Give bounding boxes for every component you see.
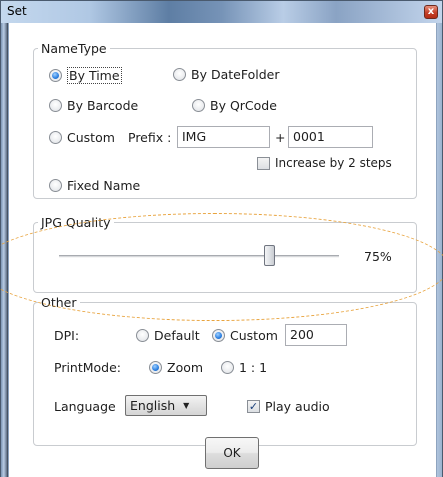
- radio-dpi-custom-indicator[interactable]: [212, 329, 225, 342]
- radio-printmode-zoom-indicator[interactable]: [149, 361, 162, 374]
- radio-printmode-1to1-label: 1 : 1: [239, 360, 268, 375]
- radio-by-barcode-label: By Barcode: [67, 98, 139, 113]
- radio-by-datefolder-indicator[interactable]: [173, 68, 186, 81]
- radio-printmode-1to1-indicator[interactable]: [221, 361, 234, 374]
- nametype-legend: NameType: [41, 41, 107, 56]
- quality-slider-track[interactable]: [59, 255, 339, 258]
- number-input[interactable]: 0001: [288, 126, 373, 148]
- radio-printmode-zoom-label: Zoom: [167, 360, 204, 375]
- language-select-value: English: [130, 398, 176, 413]
- increase-checkbox[interactable]: Increase by 2 steps: [257, 156, 392, 170]
- prefix-label: Prefix :: [128, 130, 172, 145]
- radio-custom-label: Custom: [67, 130, 115, 145]
- printmode-label: PrintMode:: [54, 360, 122, 375]
- radio-printmode-1to1[interactable]: 1 : 1: [221, 360, 267, 375]
- radio-fixed-name-label: Fixed Name: [67, 178, 141, 193]
- quality-slider-thumb[interactable]: [263, 245, 275, 266]
- ok-button[interactable]: OK: [205, 437, 259, 469]
- radio-custom[interactable]: Custom: [49, 130, 115, 145]
- settings-window: Set x NameType By Time By DateFolder By …: [0, 0, 443, 477]
- radio-by-time-indicator[interactable]: [49, 69, 62, 82]
- radio-dpi-default-indicator[interactable]: [136, 329, 149, 342]
- radio-by-barcode-indicator[interactable]: [49, 99, 62, 112]
- language-select[interactable]: English ▼: [125, 395, 207, 416]
- jpg-quality-legend: JPG Quality: [41, 215, 111, 230]
- jpg-quality-group: JPG Quality: [33, 215, 417, 293]
- radio-fixed-name[interactable]: Fixed Name: [49, 178, 140, 193]
- radio-dpi-default[interactable]: Default: [136, 328, 200, 343]
- dpi-input[interactable]: 200: [285, 324, 347, 346]
- close-button[interactable]: x: [424, 5, 438, 19]
- radio-by-barcode[interactable]: By Barcode: [49, 98, 138, 113]
- radio-by-qrcode-label: By QrCode: [210, 98, 277, 113]
- radio-printmode-zoom[interactable]: Zoom: [149, 360, 203, 375]
- increase-checkbox-box[interactable]: [257, 156, 270, 170]
- nametype-group: NameType: [33, 41, 417, 199]
- plus-sign: +: [275, 130, 286, 145]
- dropdown-arrow-icon: ▼: [183, 401, 190, 410]
- radio-dpi-custom[interactable]: Custom: [212, 328, 278, 343]
- radio-by-time[interactable]: By Time: [49, 67, 122, 84]
- window-title: Set: [7, 4, 27, 18]
- radio-custom-indicator[interactable]: [49, 131, 62, 144]
- close-icon: x: [427, 6, 435, 17]
- other-legend: Other: [41, 295, 77, 310]
- language-label: Language: [54, 399, 116, 414]
- radio-by-qrcode-indicator[interactable]: [192, 99, 205, 112]
- dialog-body: NameType By Time By DateFolder By Barcod…: [0, 23, 443, 477]
- checkmark-icon: ✓: [248, 400, 259, 413]
- play-audio-checkbox[interactable]: ✓ Play audio: [247, 399, 330, 414]
- play-audio-checkbox-box[interactable]: ✓: [247, 400, 260, 413]
- radio-dpi-default-label: Default: [154, 328, 200, 343]
- radio-by-datefolder-label: By DateFolder: [191, 67, 280, 82]
- play-audio-label: Play audio: [265, 399, 330, 414]
- quality-value: 75%: [364, 249, 392, 264]
- radio-dpi-custom-label: Custom: [230, 328, 278, 343]
- radio-by-time-label: By Time: [67, 67, 122, 84]
- window-frame-left: [1, 23, 8, 477]
- radio-fixed-name-indicator[interactable]: [49, 179, 62, 192]
- prefix-input[interactable]: IMG: [177, 126, 270, 148]
- radio-by-qrcode[interactable]: By QrCode: [192, 98, 277, 113]
- dpi-label: DPI:: [54, 328, 80, 343]
- title-bar[interactable]: Set x: [1, 1, 442, 23]
- radio-by-datefolder[interactable]: By DateFolder: [173, 67, 279, 82]
- increase-checkbox-label: Increase by 2 steps: [275, 156, 392, 170]
